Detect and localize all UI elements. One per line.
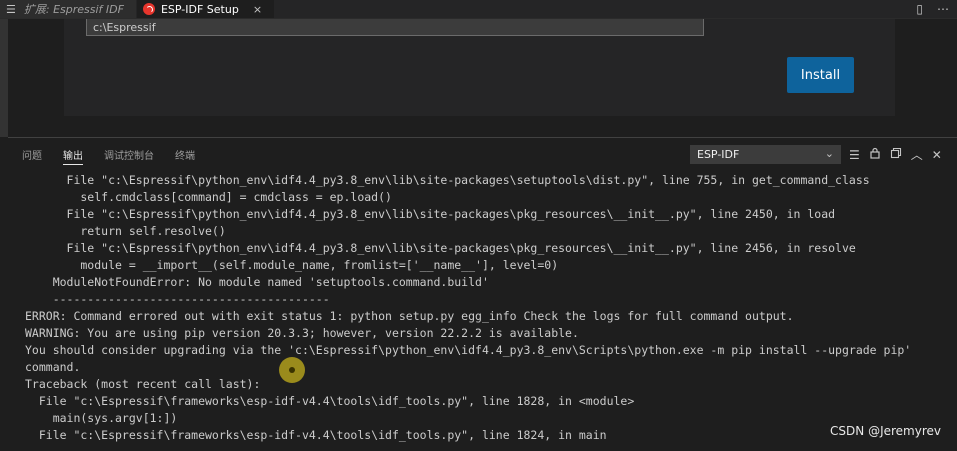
output-line: return self.resolve() [25,224,226,238]
tab-terminal[interactable]: 终端 [175,143,195,165]
lock-icon[interactable] [869,147,881,162]
channel-selected-value: ESP-IDF [697,148,740,161]
install-path-input[interactable] [86,19,704,36]
menu-icon: ☰ [6,2,16,16]
panel-header: 问题 输出 调试控制台 终端 ESP-IDF ⌄ ☰ ︿ ✕ [8,138,957,170]
output-line: Traceback (most recent call last): [25,377,261,391]
output-channel-select[interactable]: ESP-IDF ⌄ [690,145,841,164]
output-line: command. [25,360,81,374]
output-line: module = __import__(self.module_name, fr… [25,258,559,272]
bottom-panel: 问题 输出 调试控制台 终端 ESP-IDF ⌄ ☰ ︿ ✕ File "c:\… [8,137,957,451]
output-line: File "c:\Espressif\python_env\idf4.4_py3… [25,241,856,255]
tab-label: 扩展: Espressif IDF [23,3,124,16]
output-line: File "c:\Espressif\python_env\idf4.4_py3… [25,207,836,221]
output-line: self.cmdclass[command] = cmdclass = ep.l… [25,190,392,204]
tab-output[interactable]: 输出 [63,143,83,165]
editor-tab-bar: ☰ 扩展: Espressif IDF ESP-IDF Setup × ▯ ⋯ [0,0,957,19]
output-line: File "c:\Espressif\python_env\idf4.4_py3… [25,173,870,187]
output-line: WARNING: You are using pip version 20.3.… [25,326,579,340]
output-line: ERROR: Command errored out with exit sta… [25,309,794,323]
list-filter-icon[interactable]: ☰ [849,148,860,162]
more-actions-icon[interactable]: ⋯ [937,2,949,16]
output-line: main(sys.argv[1:]) [25,411,178,425]
tab-extension-espressif-idf[interactable]: ☰ 扩展: Espressif IDF [0,0,137,18]
espressif-logo-icon [142,3,155,15]
output-line: File "c:\Espressif\frameworks\esp-idf-v4… [25,428,607,442]
tab-problems[interactable]: 问题 [22,143,42,165]
tab-actions: ▯ ⋯ [916,0,957,18]
copy-icon[interactable] [890,147,902,162]
watermark: CSDN @Jeremyrev [830,424,941,438]
install-button[interactable]: Install [787,57,854,93]
close-icon[interactable]: × [253,3,262,16]
output-line: ---------------------------------------- [25,292,330,306]
tab-esp-idf-setup[interactable]: ESP-IDF Setup × [136,0,276,18]
output-line: ModuleNotFoundError: No module named 'se… [25,275,489,289]
close-icon[interactable]: ✕ [932,148,942,162]
tab-debug-console[interactable]: 调试控制台 [104,143,154,165]
output-line: File "c:\Espressif\frameworks\esp-idf-v4… [25,394,635,408]
output-line: You should consider upgrading via the 'c… [25,343,912,357]
chevron-down-icon: ⌄ [824,147,834,160]
mouse-pointer-highlight [279,357,305,383]
output-log[interactable]: File "c:\Espressif\python_env\idf4.4_py3… [8,172,957,451]
activity-bar-edge [0,19,8,137]
chevron-up-icon[interactable]: ︿ [911,146,923,163]
panel-actions: ☰ ︿ ✕ [849,145,942,164]
tab-label: ESP-IDF Setup [160,2,239,16]
split-editor-icon[interactable]: ▯ [916,2,923,16]
